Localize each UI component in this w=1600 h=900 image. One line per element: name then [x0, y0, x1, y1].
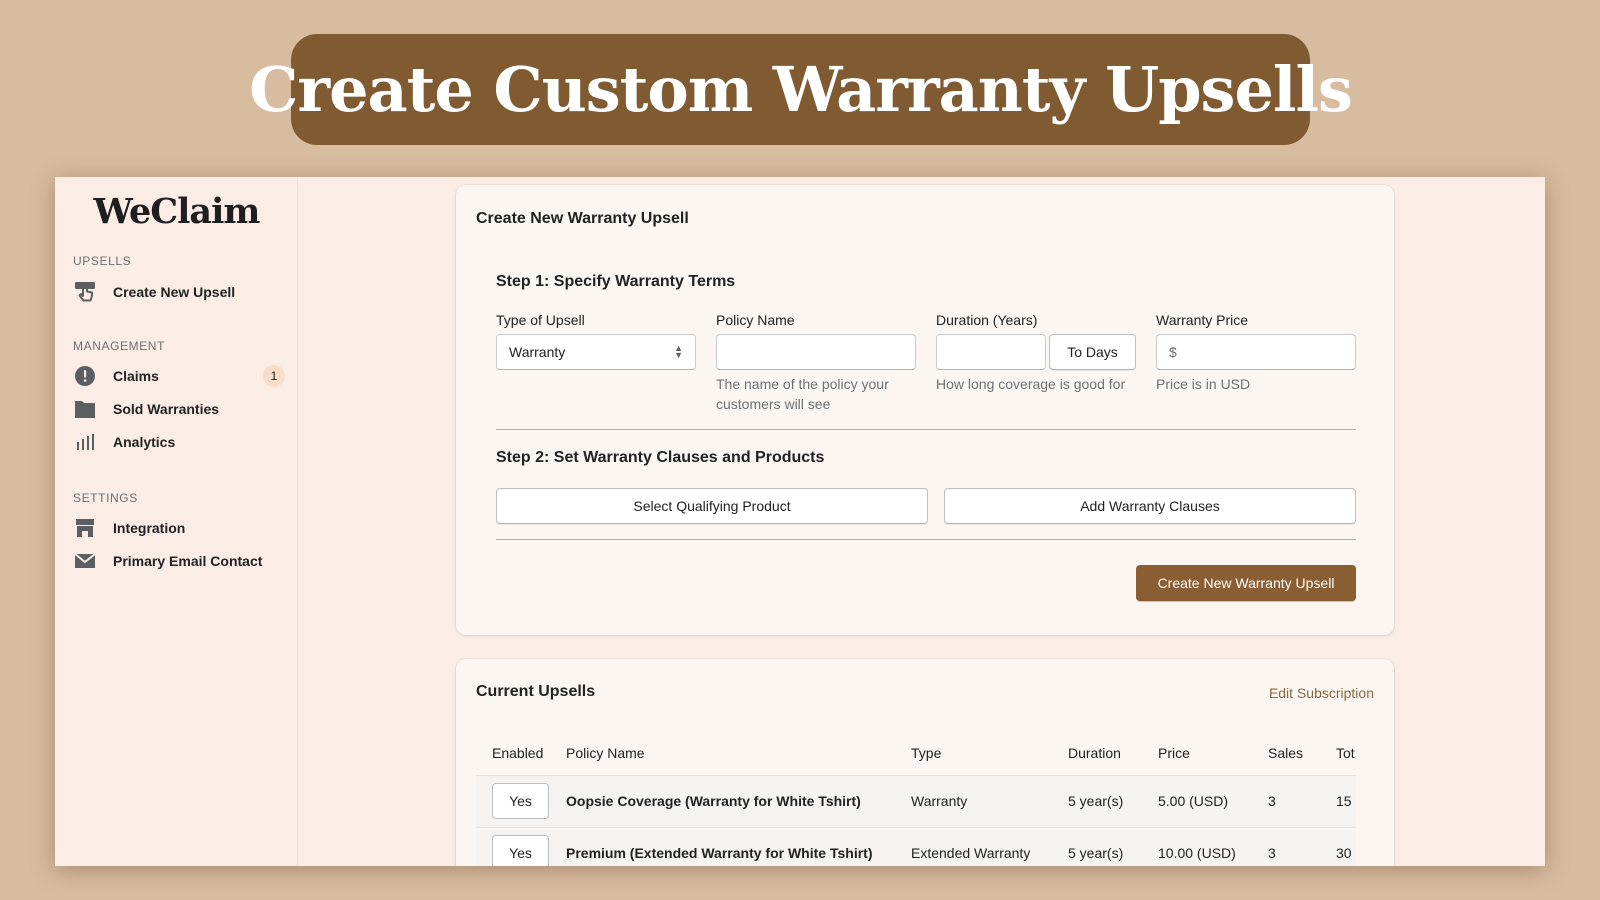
policy-name-cell: Oopsie Coverage (Warranty for White Tshi…: [566, 774, 911, 827]
duration-input[interactable]: [936, 334, 1046, 370]
app-logo: WeClaim: [93, 191, 261, 232]
sidebar-item-label: Primary Email Contact: [113, 553, 263, 569]
sidebar-item-label: Create New Upsell: [113, 284, 236, 300]
section-title-settings: SETTINGS: [73, 491, 138, 505]
price-cell: 10.00 (USD): [1158, 826, 1268, 866]
sidebar-item-primary-email-contact[interactable]: Primary Email Contact: [73, 547, 285, 575]
type-of-upsell-select[interactable]: Warranty ▲ ▼: [496, 334, 696, 370]
column-header-duration: Duration: [1068, 744, 1121, 761]
sidebar: WeClaim UPSELLS Create New Upsell MANAGE…: [55, 177, 298, 866]
section-title-management: MANAGEMENT: [73, 339, 166, 353]
step2-title: Step 2: Set Warranty Clauses and Product…: [496, 449, 825, 466]
type-of-upsell-label: Type of Upsell: [496, 312, 585, 328]
currency-prefix: $: [1169, 344, 1177, 360]
create-upsell-icon: [73, 280, 97, 304]
divider: [496, 539, 1356, 540]
upsells-table: Enabled Policy Name Type Duration Price …: [476, 731, 1356, 866]
edit-subscription-link[interactable]: Edit Subscription: [1269, 685, 1374, 701]
sidebar-item-create-new-upsell[interactable]: Create New Upsell: [73, 278, 285, 306]
divider: [496, 429, 1356, 430]
section-title-upsells: UPSELLS: [73, 254, 132, 268]
policy-name-help: The name of the policy your customers wi…: [716, 376, 889, 412]
column-header-total: Tot: [1336, 744, 1355, 761]
duration-help: How long coverage is good for: [936, 376, 1126, 392]
table-header-row: Enabled Policy Name Type Duration Price …: [476, 731, 1356, 775]
card-title: Create New Warranty Upsell: [476, 210, 689, 227]
warranty-price-label: Warranty Price: [1156, 312, 1249, 328]
column-header-enabled: Enabled: [492, 744, 544, 761]
column-header-policy-name: Policy Name: [566, 744, 645, 761]
step1-title: Step 1: Specify Warranty Terms: [496, 273, 736, 290]
create-new-warranty-upsell-button[interactable]: Create New Warranty Upsell: [1136, 565, 1356, 601]
duration-label: Duration (Years): [936, 312, 1038, 328]
alert-circle-icon: [73, 364, 97, 388]
duration-cell: 5 year(s): [1068, 826, 1158, 866]
sidebar-item-label: Analytics: [113, 434, 176, 450]
type-cell: Warranty: [911, 774, 1068, 827]
price-cell: 5.00 (USD): [1158, 774, 1268, 827]
enabled-toggle-button[interactable]: Yes: [492, 783, 549, 819]
select-arrows-icon: ▲ ▼: [674, 343, 683, 360]
sidebar-item-claims[interactable]: Claims 1: [73, 362, 285, 390]
column-header-type: Type: [911, 744, 942, 761]
promo-banner: Create Custom Warranty Upsells: [249, 34, 1353, 145]
app-window: WeClaim UPSELLS Create New Upsell MANAGE…: [55, 177, 1545, 866]
sidebar-item-label: Integration: [113, 520, 186, 536]
to-days-button[interactable]: To Days: [1049, 334, 1136, 370]
add-warranty-clauses-button[interactable]: Add Warranty Clauses: [944, 488, 1356, 524]
enabled-toggle-button[interactable]: Yes: [492, 835, 549, 866]
folder-icon: [73, 397, 97, 421]
claims-count-badge: 1: [263, 365, 285, 387]
warranty-price-input[interactable]: $: [1156, 334, 1356, 370]
sidebar-item-sold-warranties[interactable]: Sold Warranties: [73, 395, 285, 423]
table-row: Yes Premium (Extended Warranty for White…: [476, 826, 1356, 866]
policy-name-label: Policy Name: [716, 312, 795, 328]
column-header-price: Price: [1158, 744, 1190, 761]
email-icon: [73, 549, 97, 573]
analytics-icon: [73, 430, 97, 454]
type-cell: Extended Warranty: [911, 826, 1068, 866]
duration-cell: 5 year(s): [1068, 774, 1158, 827]
current-upsells-card: Current Upsells Edit Subscription Enable…: [456, 659, 1394, 866]
total-cell: 15 (: [1336, 774, 1356, 827]
sidebar-item-analytics[interactable]: Analytics: [73, 428, 285, 456]
sales-cell: 3: [1268, 774, 1336, 827]
sidebar-item-integration[interactable]: Integration: [73, 514, 285, 542]
total-cell: 30: [1336, 826, 1356, 866]
create-upsell-card: Create New Warranty Upsell Step 1: Speci…: [456, 185, 1394, 635]
sales-cell: 3: [1268, 826, 1336, 866]
table-row: Yes Oopsie Coverage (Warranty for White …: [476, 774, 1356, 827]
sidebar-item-label: Claims: [113, 368, 159, 384]
card-title: Current Upsells: [476, 683, 596, 700]
type-of-upsell-value: Warranty: [509, 344, 566, 360]
policy-name-cell: Premium (Extended Warranty for White Tsh…: [566, 826, 911, 866]
policy-name-input[interactable]: [716, 334, 916, 370]
column-header-sales: Sales: [1268, 744, 1304, 761]
sidebar-item-label: Sold Warranties: [113, 401, 220, 417]
store-icon: [73, 516, 97, 540]
select-qualifying-product-button[interactable]: Select Qualifying Product: [496, 488, 928, 524]
warranty-price-help: Price is in USD: [1156, 376, 1251, 392]
banner-title: Create Custom Warranty Upsells: [249, 53, 1353, 126]
